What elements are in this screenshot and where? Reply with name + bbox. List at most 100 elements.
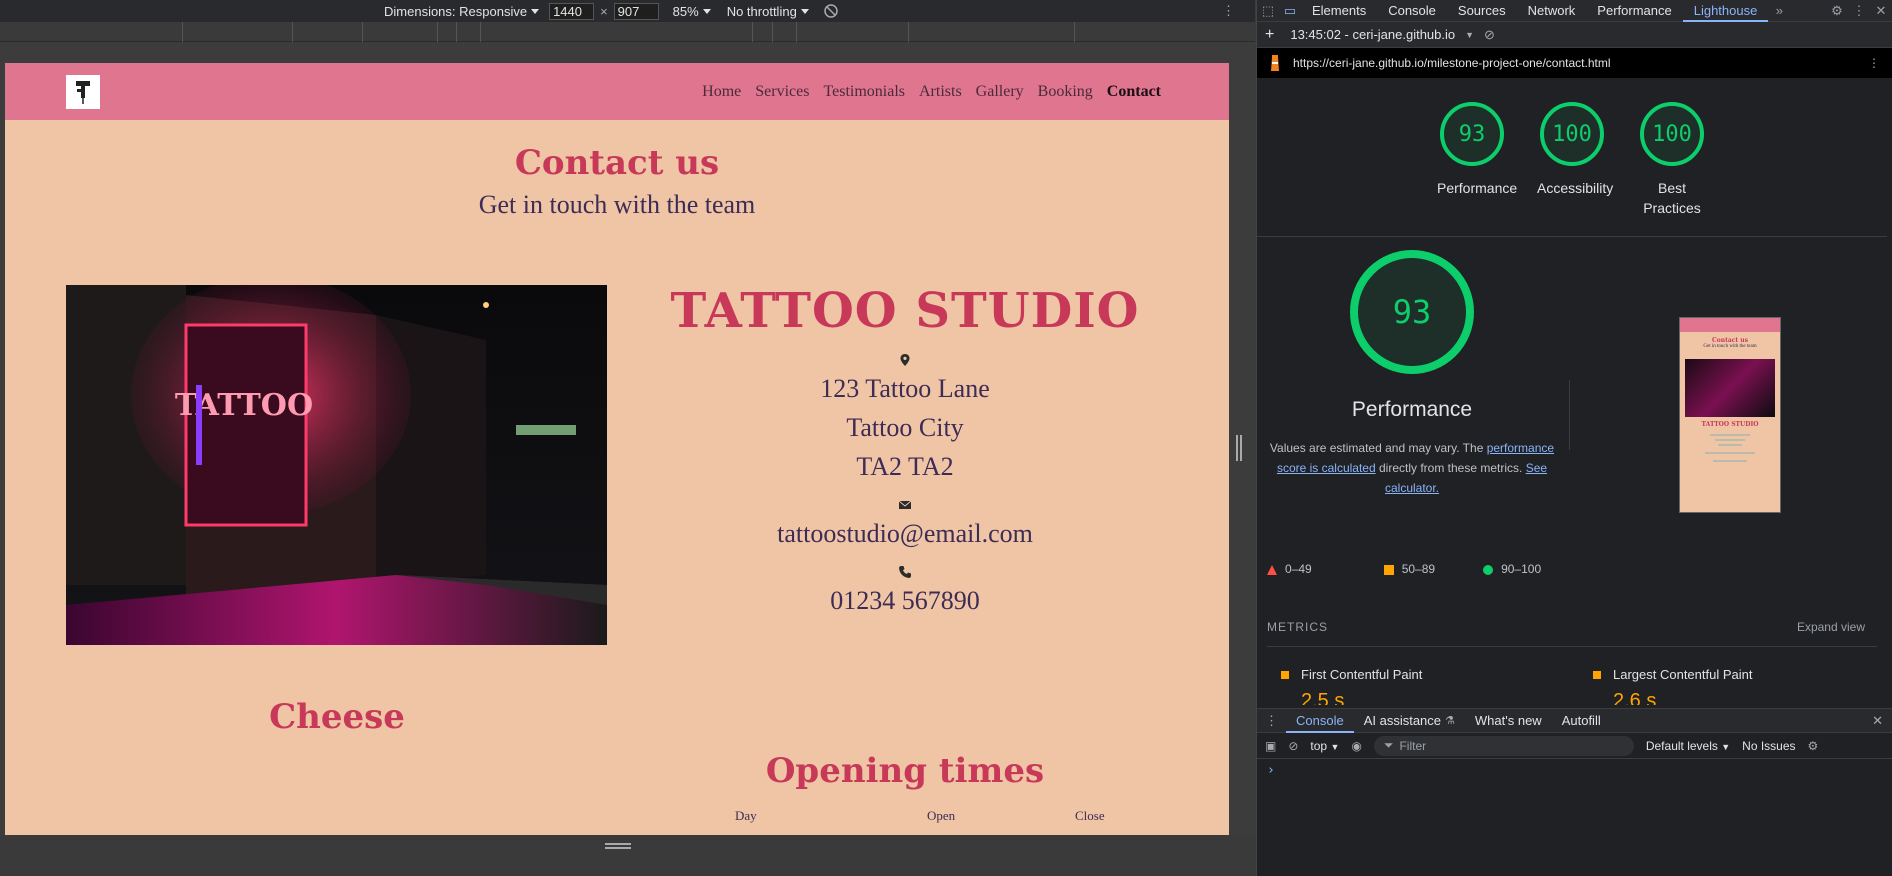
- rotate-icon[interactable]: [823, 3, 839, 19]
- report-selector[interactable]: 13:45:02 - ceri-jane.github.io: [1290, 27, 1455, 42]
- plus-icon[interactable]: +: [1265, 26, 1274, 44]
- nav-home[interactable]: Home: [702, 83, 741, 101]
- tab-lighthouse[interactable]: Lighthouse: [1682, 0, 1769, 22]
- throttle-dropdown[interactable]: No throttling: [727, 4, 809, 19]
- gauge-best-practices[interactable]: 100 Best Practices: [1637, 102, 1707, 236]
- drawer-tab-whats-new[interactable]: What's new: [1465, 709, 1552, 733]
- metrics-header: METRICS Expand view: [1267, 620, 1877, 647]
- height-input[interactable]: [613, 2, 659, 20]
- console-filter-input[interactable]: ⏷ Filter: [1373, 735, 1634, 756]
- device-toggle-icon[interactable]: ▭: [1279, 3, 1301, 19]
- issues-label[interactable]: No Issues: [1742, 739, 1795, 753]
- performance-title: Performance: [1351, 398, 1473, 421]
- chevron-down-icon: ▼: [1330, 741, 1340, 752]
- thumb-title: Contact us: [1711, 337, 1749, 344]
- drawer-menu-icon[interactable]: ⋮: [1257, 713, 1286, 729]
- metric-label: First Contentful Paint: [1301, 667, 1423, 682]
- map-pin-icon: [900, 354, 910, 366]
- gear-icon[interactable]: ⚙: [1826, 3, 1848, 19]
- divider: [1569, 380, 1570, 450]
- drawer-tabbar: ⋮ Console AI assistance ⚗ What's new Aut…: [1257, 709, 1892, 733]
- neon-storefront-image: TATTOO: [66, 285, 607, 645]
- chevron-down-icon[interactable]: ▼: [1465, 30, 1474, 40]
- phone-icon: [899, 566, 911, 578]
- address-line-2: Tattoo City: [846, 413, 964, 442]
- filter-icon: ⏷: [1383, 738, 1394, 752]
- inspect-icon[interactable]: ⬚: [1257, 3, 1279, 19]
- tab-sources[interactable]: Sources: [1447, 0, 1517, 22]
- site-logo[interactable]: [66, 74, 100, 109]
- dimensions-label: Dimensions: Responsive: [384, 3, 528, 19]
- zoom-label: 85%: [672, 3, 699, 19]
- width-input[interactable]: [549, 2, 595, 20]
- ruler-tick: [772, 22, 773, 42]
- more-options-icon[interactable]: ⋮: [1868, 56, 1880, 70]
- devtools-panel: ⬚ ▭ Elements Console Sources Network Per…: [1256, 0, 1892, 876]
- neon-sign-text: TATTOO: [175, 388, 313, 423]
- envelope-icon: [898, 500, 912, 509]
- gauge-accessibility[interactable]: 100 Accessibility: [1537, 102, 1613, 236]
- clear-console-icon[interactable]: ⊘: [1288, 739, 1298, 753]
- legend-label: 90–100: [1501, 562, 1542, 576]
- ruler-tick: [362, 22, 363, 42]
- nav-testimonials[interactable]: Testimonials: [823, 83, 905, 101]
- vertical-resize-handle[interactable]: [605, 843, 631, 849]
- hours-col-close: Close: [1075, 808, 1105, 823]
- gear-icon[interactable]: ⚙: [1808, 739, 1819, 753]
- clear-icon[interactable]: ⊘: [1484, 27, 1495, 43]
- tab-console[interactable]: Console: [1377, 0, 1447, 22]
- tab-elements[interactable]: Elements: [1301, 0, 1377, 22]
- nav-artists[interactable]: Artists: [919, 83, 962, 101]
- address-line-1: 123 Tattoo Lane: [820, 374, 990, 403]
- log-levels-dropdown[interactable]: Default levels ▼: [1646, 739, 1730, 753]
- square-icon: [1281, 671, 1289, 679]
- nav-gallery[interactable]: Gallery: [976, 83, 1024, 101]
- nav-services[interactable]: Services: [755, 83, 809, 101]
- gauge-performance[interactable]: 93 Performance: [1437, 102, 1518, 236]
- context-selector[interactable]: top ▼: [1310, 739, 1339, 753]
- phone-number[interactable]: 01234 567890: [645, 581, 1165, 620]
- expand-view-link[interactable]: Expand view: [1797, 620, 1865, 634]
- close-icon[interactable]: ✕: [1872, 713, 1883, 729]
- thumb-lines: [1718, 444, 1742, 446]
- ruler-tick: [182, 22, 183, 42]
- nav-contact[interactable]: Contact: [1107, 83, 1161, 101]
- drawer-tab-ai-assistance[interactable]: AI assistance: [1354, 709, 1451, 733]
- metrics-label: METRICS: [1267, 620, 1328, 634]
- console-prompt[interactable]: ›: [1257, 759, 1892, 782]
- media-query-ruler: [0, 22, 1255, 42]
- metric-value: 2.6 s: [1613, 690, 1657, 705]
- thumb-image: [1685, 359, 1775, 417]
- drawer-tab-console[interactable]: Console: [1286, 709, 1354, 733]
- tab-performance[interactable]: Performance: [1586, 0, 1682, 22]
- zoom-dropdown[interactable]: 85%: [673, 4, 711, 19]
- opening-times-heading: Opening times: [765, 751, 1045, 791]
- metric-lcp: Largest Contentful Paint 2.6 s: [1593, 667, 1752, 705]
- drawer-tab-autofill[interactable]: Autofill: [1552, 709, 1611, 733]
- ruler-tick: [456, 22, 457, 42]
- legend-average: 50–89: [1383, 562, 1435, 576]
- horizontal-resize-handle[interactable]: [1236, 435, 1242, 461]
- performance-summary: 93 Performance Values are estimated and …: [1257, 250, 1567, 498]
- audited-url[interactable]: https://ceri-jane.github.io/milestone-pr…: [1293, 56, 1611, 70]
- gauge-ring: 93: [1440, 102, 1504, 166]
- more-options-icon[interactable]: ⋮: [1848, 3, 1870, 19]
- devtools-tabbar: ⬚ ▭ Elements Console Sources Network Per…: [1257, 0, 1892, 22]
- dimensions-dropdown[interactable]: Dimensions: Responsive: [384, 3, 540, 19]
- lighthouse-icon: [1271, 55, 1279, 71]
- more-tabs-icon[interactable]: »: [1768, 3, 1790, 18]
- sidebar-toggle-icon[interactable]: ▣: [1265, 739, 1276, 753]
- gauge-label: Performance: [1437, 180, 1518, 196]
- close-icon[interactable]: ✕: [1870, 3, 1892, 19]
- ruler-tick: [796, 22, 797, 42]
- eye-icon[interactable]: ◉: [1351, 739, 1361, 753]
- page-screenshot-thumbnail[interactable]: Contact us Get in touch with the team TA…: [1679, 317, 1781, 513]
- score-gauges: 93 Performance 100 Accessibility 100 Bes…: [1257, 80, 1887, 237]
- more-options-icon[interactable]: ⋮: [1222, 3, 1235, 19]
- square-icon: [1383, 564, 1394, 575]
- square-icon: [1593, 671, 1601, 679]
- tab-network[interactable]: Network: [1517, 0, 1587, 22]
- nav-booking[interactable]: Booking: [1038, 83, 1093, 101]
- email-address[interactable]: tattoostudio@email.com: [645, 514, 1165, 553]
- context-label: top: [1310, 738, 1328, 753]
